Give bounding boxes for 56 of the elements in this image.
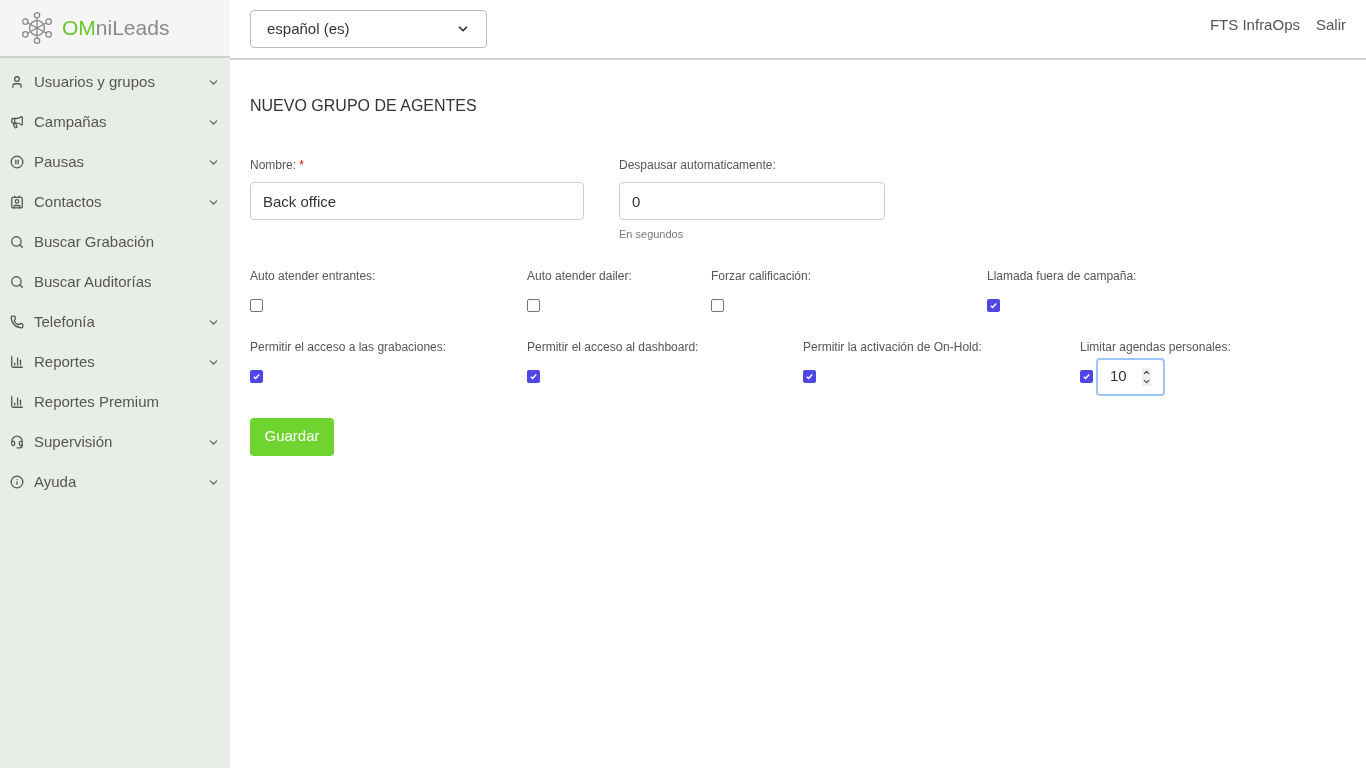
sidebar-item[interactable]: Pausas <box>0 142 230 182</box>
info-icon <box>10 475 24 489</box>
pause-icon <box>10 155 24 169</box>
headset-icon <box>10 435 24 449</box>
logo-text: OMniLeads <box>62 15 170 42</box>
checkmark-icon <box>989 300 998 310</box>
sidebar-item[interactable]: Telefonía <box>0 302 230 342</box>
user-icon <box>10 75 24 89</box>
search-icon <box>10 235 24 249</box>
checkmark-icon <box>805 371 814 381</box>
checkmark-icon <box>529 371 538 381</box>
unpause-input[interactable]: 0 <box>619 182 885 220</box>
sidebar-item[interactable]: Campañas <box>0 102 230 142</box>
number-input[interactable]: 10 <box>1096 357 1165 396</box>
checkbox-label: Limitar agendas personales: <box>1080 338 1232 356</box>
sidebar-item[interactable]: Buscar Auditorías <box>0 262 230 302</box>
checkmark-icon <box>1082 372 1091 381</box>
checkbox-label: Auto atender entrantes: <box>250 267 377 285</box>
sidebar-item[interactable]: Supervisión <box>0 422 230 462</box>
checkbox[interactable] <box>250 369 263 383</box>
field-label: Despausar automaticamente: <box>619 157 777 174</box>
checkbox-label: Auto atender dailer: <box>527 267 633 285</box>
logo-icon <box>20 11 54 45</box>
spinner-icon <box>1142 367 1151 386</box>
checkbox[interactable] <box>711 298 724 312</box>
megaphone-icon <box>10 115 24 129</box>
search-icon <box>10 275 24 289</box>
checkbox[interactable] <box>987 298 1000 312</box>
sidebar-item[interactable]: Reportes <box>0 342 230 382</box>
field-label: Nombre: * <box>250 157 306 174</box>
bar-chart-icon <box>10 355 24 369</box>
bar-chart-icon <box>10 395 24 409</box>
language-select[interactable]: español (es) <box>250 10 487 48</box>
phone-icon <box>10 315 24 329</box>
name-input[interactable]: Back office <box>250 182 584 220</box>
nav-link[interactable]: Salir <box>1316 13 1346 37</box>
checkbox-label: Permitir el acceso a las grabaciones: <box>250 338 448 356</box>
checkbox[interactable] <box>527 369 540 383</box>
page-title: NUEVO GRUPO DE AGENTES <box>250 96 478 116</box>
checkbox-label: Permitir el acceso al dashboard: <box>527 338 700 356</box>
checkbox[interactable] <box>1080 370 1093 383</box>
checkbox[interactable] <box>527 298 540 312</box>
sidebar-item[interactable]: Buscar Grabación <box>0 222 230 262</box>
sidebar-item[interactable]: Usuarios y grupos <box>0 62 230 102</box>
checkbox-label: Permitir la activación de On-Hold: <box>803 338 983 356</box>
sidebar-item[interactable]: Reportes Premium <box>0 382 230 422</box>
sidebar-item[interactable]: Contactos <box>0 182 230 222</box>
checkbox[interactable] <box>250 298 263 312</box>
sidebar-item[interactable]: Ayuda <box>0 462 230 502</box>
checkmark-icon <box>252 371 261 381</box>
help-text: En segundos <box>619 227 685 242</box>
checkbox[interactable] <box>803 369 816 383</box>
nav-link[interactable]: FTS InfraOps <box>1209 13 1300 37</box>
contact-card-icon <box>10 195 24 209</box>
checkbox-label: Llamada fuera de campaña: <box>987 267 1138 285</box>
checkbox-label: Forzar calificación: <box>711 267 813 285</box>
